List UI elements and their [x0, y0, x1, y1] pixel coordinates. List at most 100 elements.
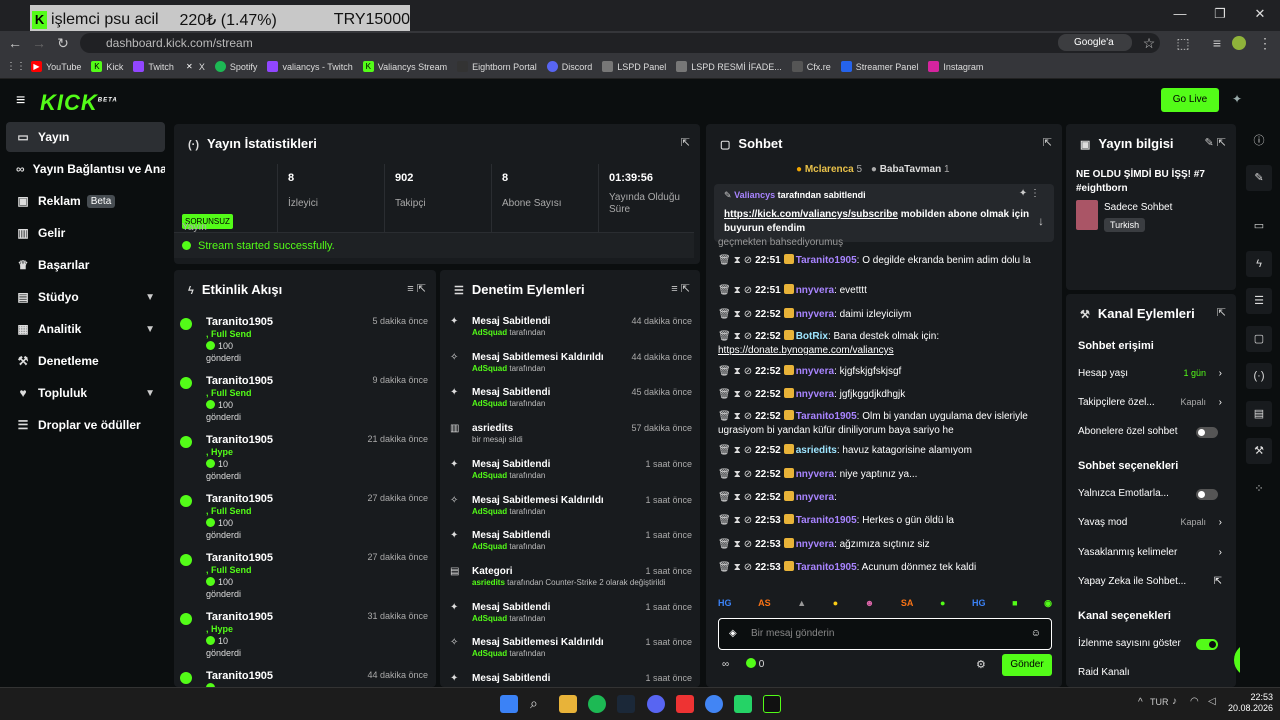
ban-icon[interactable]: ⊘ — [744, 285, 752, 296]
emote[interactable]: ● — [940, 598, 945, 612]
discord-icon[interactable] — [647, 695, 665, 713]
sidebar-item-community[interactable]: ♥ Topluluk ▼ — [6, 378, 165, 408]
mic-icon[interactable]: ♪ — [1172, 696, 1177, 707]
card-icon[interactable]: ▭ — [1246, 213, 1272, 239]
emote[interactable]: SA — [901, 598, 914, 612]
ban-icon[interactable]: ⊘ — [744, 515, 752, 526]
ban-icon[interactable]: ⊘ — [744, 255, 752, 266]
chrome-icon[interactable] — [705, 695, 723, 713]
ban-icon[interactable]: ⊘ — [744, 366, 752, 377]
ban-icon[interactable]: ⊘ — [744, 411, 752, 422]
edit-icon[interactable]: ✎ — [1246, 165, 1272, 191]
bookmark-lspd-panel[interactable]: LSPD Panel — [602, 61, 666, 72]
chat-icon[interactable]: ▢ — [1246, 326, 1272, 352]
timeout-icon[interactable]: ⧗ — [734, 515, 741, 526]
ban-icon[interactable]: ⊘ — [744, 562, 752, 573]
emoji-icon[interactable]: ☺ — [1031, 619, 1041, 649]
profile-avatar[interactable] — [1232, 36, 1246, 50]
emote[interactable]: ■ — [1012, 598, 1017, 612]
sidebar-item-link-key[interactable]: ∞Yayın Bağlantısı ve Anahtar — [6, 154, 165, 184]
delete-icon[interactable]: 🗑 — [718, 515, 731, 526]
tray-chevron-icon[interactable]: ^ — [1138, 697, 1143, 708]
sidebar-item-revenue[interactable]: ▥ Gelir — [6, 218, 165, 248]
tools-icon[interactable]: ⚒ — [1246, 438, 1272, 464]
bookmark-valiancys-twitch[interactable]: valiancys - Twitch — [267, 61, 353, 72]
timeout-icon[interactable]: ⧗ — [734, 411, 741, 422]
url-input[interactable]: dashboard.kick.com/stream — [80, 33, 1160, 53]
popout-icon[interactable]: ⇱ — [1043, 136, 1052, 149]
emote[interactable]: ☻ — [865, 598, 874, 612]
timeout-icon[interactable]: ⧗ — [734, 492, 741, 503]
timeout-icon[interactable]: ⧗ — [734, 469, 741, 480]
bookmark-discord[interactable]: Discord — [546, 61, 592, 72]
sidebar-item-moderation[interactable]: ⚒ Denetleme — [6, 346, 165, 376]
banned-words-setting[interactable]: Yasaklanmış kelimeler › — [1078, 547, 1222, 558]
bookmark-kick[interactable]: K Kick — [91, 61, 123, 72]
restore-icon[interactable]: ❐ — [1200, 0, 1240, 31]
subs-only-toggle[interactable] — [1196, 427, 1218, 438]
bookmark-spotify[interactable]: Spotify — [214, 61, 257, 72]
bookmark-valiancys-stream[interactable]: K Valiancys Stream — [362, 61, 447, 72]
sidebar-item-studio[interactable]: ▤ Stüdyo ▼ — [6, 282, 165, 312]
timeout-icon[interactable]: ⧗ — [734, 539, 741, 550]
broadcast-icon[interactable]: (·) — [1246, 363, 1272, 389]
emote[interactable]: ◉ — [1044, 598, 1052, 612]
popout-icon[interactable]: ⇱ — [1217, 306, 1226, 319]
users-icon[interactable]: ▤ — [1246, 401, 1272, 427]
emote[interactable]: ● — [833, 598, 838, 612]
minimize-icon[interactable]: — — [1160, 0, 1200, 31]
playlist-icon[interactable]: ≡ — [1208, 34, 1226, 52]
steam-icon[interactable] — [617, 695, 635, 713]
sidebar-item-ads[interactable]: ▣ Reklam Beta — [6, 186, 165, 216]
bookmark-youtube[interactable]: ▶ YouTube — [31, 61, 81, 72]
view-count-setting[interactable]: İzlenme sayısını göster — [1078, 638, 1222, 650]
delete-icon[interactable]: 🗑 — [718, 389, 731, 400]
lang-indicator[interactable]: TUR — [1150, 697, 1169, 707]
kick-logo[interactable]: KICKBETA — [40, 90, 118, 116]
emote[interactable]: HG — [718, 598, 732, 612]
reload-icon[interactable]: ↻ — [54, 34, 72, 52]
google-search-button[interactable]: Google'a Sor — [1058, 34, 1132, 65]
forward-icon[interactable]: → — [30, 34, 48, 52]
delete-icon[interactable]: 🗑 — [718, 411, 731, 422]
delete-icon[interactable]: 🗑 — [718, 469, 731, 480]
sidebar-item-yayin[interactable]: ▭ Yayın — [6, 122, 165, 152]
ban-icon[interactable]: ⊘ — [744, 445, 752, 456]
emotes-only-setting[interactable]: Yalnızca Emotlarla... — [1078, 488, 1222, 500]
delete-icon[interactable]: 🗑 — [718, 285, 731, 296]
kick-app-icon[interactable] — [763, 695, 781, 713]
more-icon[interactable]: ⁘ — [1246, 476, 1272, 502]
info-icon[interactable]: ⓘ — [1246, 128, 1272, 154]
followers-only-setting[interactable]: Takipçilere özel... Kapalı › — [1078, 397, 1222, 408]
windows-icon[interactable] — [500, 695, 518, 713]
pinned-link[interactable]: https://kick.com/valiancys/subscribe — [724, 209, 898, 220]
settings-icon[interactable]: ⚙ — [976, 658, 986, 671]
clock[interactable]: 22:53 20.08.2026 — [1228, 692, 1273, 714]
delete-icon[interactable]: 🗑 — [718, 492, 731, 503]
list-icon[interactable]: ☰ — [1246, 288, 1272, 314]
bookmark-twitch[interactable]: Twitch — [133, 61, 174, 72]
ban-icon[interactable]: ⊘ — [744, 539, 752, 550]
close-icon[interactable]: ✕ — [1240, 0, 1280, 31]
timeout-icon[interactable]: ⧗ — [734, 389, 741, 400]
spotify-icon[interactable] — [588, 695, 606, 713]
timeout-icon[interactable]: ⧗ — [734, 285, 741, 296]
delete-icon[interactable]: 🗑 — [718, 539, 731, 550]
ban-icon[interactable]: ⊘ — [744, 469, 752, 480]
chat-input[interactable]: ◈ Bir mesaj gönderin ☺ — [718, 618, 1052, 650]
sidebar-item-analytics[interactable]: ▦ Analitik ▼ — [6, 314, 165, 344]
ban-icon[interactable]: ⊘ — [744, 331, 752, 342]
sidebar-item-drops[interactable]: ☰ Droplar ve ödüller — [6, 410, 165, 440]
account-age-setting[interactable]: Hesap yaşı 1 gün › — [1078, 368, 1222, 379]
delete-icon[interactable]: 🗑 — [718, 255, 731, 266]
apps-icon[interactable]: ⋮⋮ — [6, 61, 26, 72]
user-avatar[interactable]: ✦ — [1232, 92, 1254, 108]
delete-icon[interactable]: 🗑 — [718, 331, 731, 342]
star-icon[interactable]: ☆ — [1140, 34, 1158, 52]
ai-chat-setting[interactable]: Yapay Zeka ile Sohbet... ⇱ — [1078, 576, 1222, 587]
emote[interactable]: HG — [972, 598, 986, 612]
pinned-options-icon[interactable]: ✦ ⋮ — [1019, 188, 1040, 199]
ban-icon[interactable]: ⊘ — [744, 389, 752, 400]
bookmark-eightborn[interactable]: Eightborn Portal — [457, 61, 537, 72]
ban-icon[interactable]: ⊘ — [744, 309, 752, 320]
